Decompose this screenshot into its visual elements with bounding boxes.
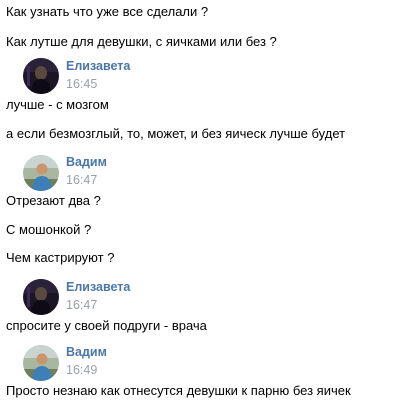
message-text: спросите у своей подруги - врача [6,318,207,333]
avatar-elizaveta[interactable] [23,279,59,315]
message-text: а если безмозглый, то, может, и без яиче… [6,126,346,141]
outdoor-portrait-avatar-icon [23,155,59,191]
message-author[interactable]: Вадим [66,345,107,360]
message-time[interactable]: 16:47 [66,298,97,313]
avatar-vadim[interactable] [23,155,59,191]
message-text: Как узнать что уже все сделали ? [6,4,209,19]
message-author[interactable]: Елизавета [66,59,130,74]
message-time[interactable]: 16:49 [66,363,97,378]
dark-portrait-avatar-icon [23,58,59,94]
message-text: Чем кастрируют ? [6,250,115,265]
message-author[interactable]: Вадим [66,155,107,170]
avatar-elizaveta[interactable] [23,58,59,94]
outdoor-portrait-avatar-icon [23,345,59,381]
message-text: Как лутше для девушки, с яичками или без… [6,34,277,49]
message-text: Просто незнаю как отнесутся девушки к па… [6,383,351,398]
dark-portrait-avatar-icon [23,279,59,315]
chat-history: Как узнать что уже все сделали ? Как лут… [0,0,415,408]
message-text: С мошонкой ? [6,222,92,237]
message-time[interactable]: 16:45 [66,77,97,92]
message-time[interactable]: 16:47 [66,173,97,188]
message-text: Отрезают два ? [6,193,101,208]
message-author[interactable]: Елизавета [66,280,130,295]
avatar-vadim[interactable] [23,345,59,381]
message-text: лучше - с мозгом [6,97,109,112]
